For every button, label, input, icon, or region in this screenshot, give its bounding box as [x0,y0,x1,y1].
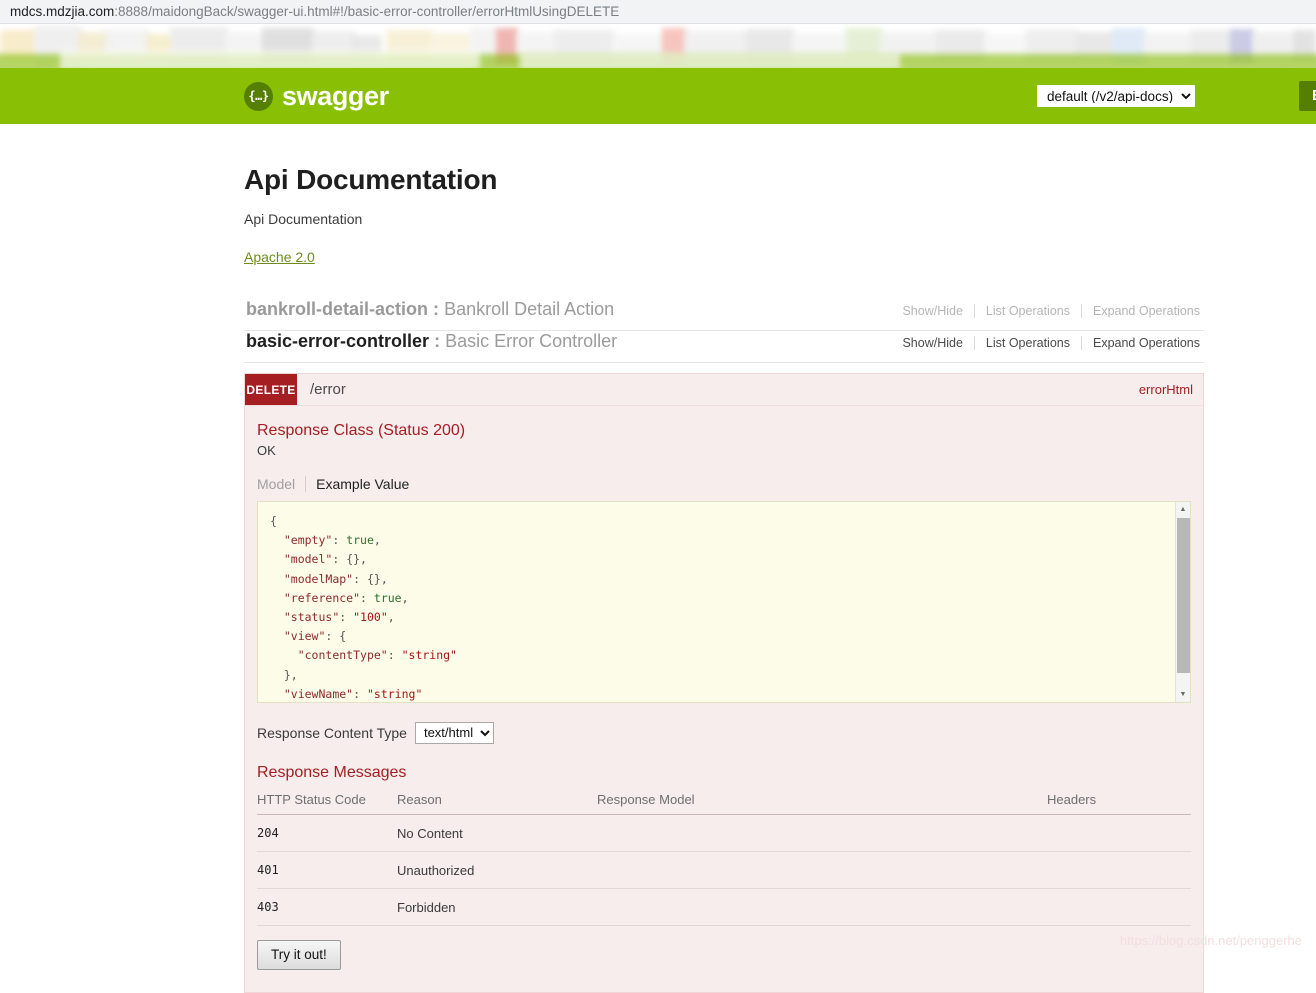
tab-example-value[interactable]: Example Value [305,476,419,492]
th-reason: Reason [397,788,597,815]
list-operations-link[interactable]: List Operations [973,336,1081,350]
scroll-down-arrow-icon[interactable]: ▼ [1176,687,1190,702]
list-operations-link[interactable]: List Operations [973,304,1081,318]
show-hide-link[interactable]: Show/Hide [891,336,973,350]
cell-status-code: 204 [257,814,397,852]
resource-separator: : [434,331,441,351]
swagger-logo[interactable]: {…} swagger [244,81,389,112]
response-class-title: Response Class (Status 200) [257,422,466,439]
cell-headers [1047,888,1191,926]
operation-body: Response Class (Status 200) OK Model Exa… [245,406,1203,992]
operation-delete-error: DELETE /error errorHtml Response Class (… [244,373,1204,993]
th-http-status-code: HTTP Status Code [257,788,397,815]
tab-model[interactable]: Model [257,476,305,492]
table-row: 204 No Content [257,814,1191,852]
url-path: :8888/maidongBack/swagger-ui.html#!/basi… [114,4,620,19]
resource-description: Basic Error Controller [445,331,618,351]
main-content: Api Documentation Api Documentation Apac… [244,164,1204,993]
resource-options: Show/Hide List Operations Expand Operati… [891,336,1200,350]
code-scrollbar[interactable]: ▲ ▼ [1175,502,1190,702]
swagger-wordmark: swagger [282,80,389,111]
resource-heading: bankroll-detail-action : Bankroll Detail… [246,299,614,320]
operation-nickname: errorHtml [1138,382,1193,397]
cell-reason: No Content [397,814,597,852]
example-value-json: { "empty": true, "model": {}, "modelMap"… [270,514,457,701]
model-tabs: Model Example Value [257,476,1191,492]
example-value-code-block: { "empty": true, "model": {}, "modelMap"… [257,501,1191,703]
scrollbar-thumb[interactable] [1177,518,1190,673]
cell-status-code: 403 [257,888,397,926]
table-row: 403 Forbidden [257,888,1191,926]
expand-operations-link[interactable]: Expand Operations [1080,304,1200,318]
th-response-model: Response Model [597,788,1047,815]
http-method-badge: DELETE [245,374,297,405]
topbar-controls: default (/v2/api-docs) Explore [1037,68,1316,124]
blurred-bookmarks-strip [0,24,1316,68]
resource-separator: : [433,299,440,319]
resource-description: Bankroll Detail Action [444,299,615,319]
explore-button[interactable]: Explore [1299,81,1316,111]
table-body: 204 No Content 401 Unauthorized 403 Forb… [257,814,1191,926]
operation-path[interactable]: /error [310,381,1139,398]
cell-response-model [597,888,1047,926]
cell-headers [1047,814,1191,852]
browser-url-bar[interactable]: mdcs.mdzjia.com:8888/maidongBack/swagger… [0,0,1316,24]
cell-status-code: 401 [257,851,397,889]
resource-heading: basic-error-controller : Basic Error Con… [246,331,617,352]
cell-headers [1047,851,1191,889]
try-it-out-button[interactable]: Try it out! [257,940,341,970]
cell-reason: Forbidden [397,888,597,926]
response-messages-title: Response Messages [257,764,407,781]
show-hide-link[interactable]: Show/Hide [891,304,973,318]
braces-icon: {…} [244,81,273,111]
cell-reason: Unauthorized [397,851,597,889]
cell-response-model [597,814,1047,852]
resource-bankroll-detail-action[interactable]: bankroll-detail-action : Bankroll Detail… [244,293,1204,331]
response-content-type-select[interactable]: text/html [414,722,494,744]
url-host: mdcs.mdzjia.com [10,4,115,19]
resource-name[interactable]: bankroll-detail-action [246,299,428,319]
resource-name[interactable]: basic-error-controller [246,331,429,351]
resource-basic-error-controller[interactable]: basic-error-controller : Basic Error Con… [244,331,1204,363]
table-row: 401 Unauthorized [257,851,1191,889]
page-description: Api Documentation [244,211,363,227]
license-link[interactable]: Apache 2.0 [244,249,315,265]
response-content-type-label: Response Content Type [257,725,407,741]
swagger-topbar: {…} swagger default (/v2/api-docs) Explo… [0,68,1316,124]
cell-response-model [597,851,1047,889]
th-headers: Headers [1047,788,1191,815]
resource-options: Show/Hide List Operations Expand Operati… [891,304,1200,318]
response-class-note: OK [257,443,276,458]
page-title: Api Documentation [244,164,498,195]
table-header-row: HTTP Status Code Reason Response Model H… [257,788,1191,815]
api-docs-select[interactable]: default (/v2/api-docs) [1037,85,1195,107]
response-messages-table: HTTP Status Code Reason Response Model H… [257,788,1191,926]
table-head: HTTP Status Code Reason Response Model H… [257,788,1191,815]
scroll-up-arrow-icon[interactable]: ▲ [1176,502,1190,517]
response-content-type-row: Response Content Type text/html [257,722,1191,744]
expand-operations-link[interactable]: Expand Operations [1080,336,1200,350]
operation-header[interactable]: DELETE /error errorHtml [245,374,1203,406]
